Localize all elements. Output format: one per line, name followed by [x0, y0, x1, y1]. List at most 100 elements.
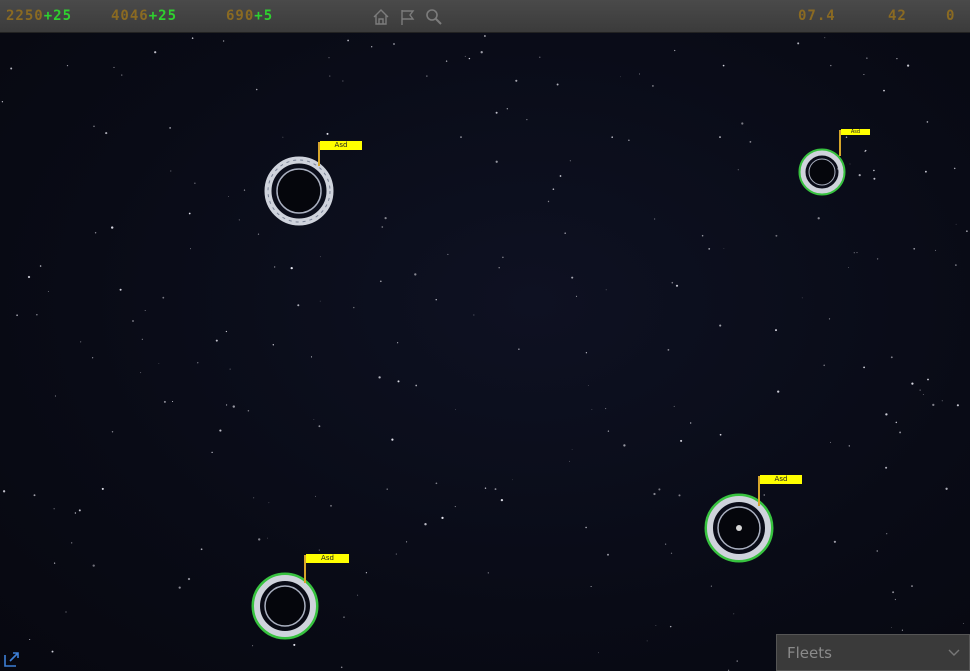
star — [590, 586, 592, 587]
star — [892, 591, 895, 594]
star — [274, 266, 276, 268]
star — [415, 384, 418, 387]
star — [483, 35, 486, 37]
space-map[interactable] — [0, 0, 970, 671]
star — [330, 504, 332, 507]
star — [113, 66, 115, 68]
star — [393, 43, 395, 45]
star — [896, 57, 898, 60]
star — [863, 73, 865, 76]
resource-1-value: 2250 — [6, 8, 44, 24]
flag-icon[interactable] — [399, 8, 417, 26]
fleets-dropdown[interactable]: Fleets — [776, 634, 970, 671]
star — [51, 650, 54, 653]
star — [71, 542, 73, 544]
star — [886, 533, 888, 535]
planet-flag[interactable]: Asd — [306, 554, 349, 563]
star — [54, 395, 56, 397]
star — [29, 638, 31, 641]
star — [922, 394, 924, 396]
search-icon[interactable] — [425, 8, 443, 26]
star — [33, 494, 36, 497]
star — [571, 276, 574, 279]
star — [315, 495, 317, 497]
resource-1-income: +25 — [43, 8, 73, 24]
star — [232, 405, 235, 408]
star — [105, 132, 108, 135]
star — [955, 264, 957, 266]
star — [775, 329, 777, 332]
chevron-down-icon — [948, 649, 960, 656]
fleets-label: Fleets — [787, 644, 832, 662]
star — [539, 56, 541, 58]
star — [913, 247, 916, 250]
star — [318, 549, 320, 551]
star — [777, 390, 780, 393]
star — [667, 349, 670, 351]
star — [445, 60, 448, 62]
external-link-icon[interactable] — [2, 650, 20, 668]
star — [911, 585, 913, 588]
star — [178, 586, 181, 589]
star — [378, 376, 381, 379]
home-icon[interactable] — [372, 8, 390, 26]
star — [564, 232, 566, 234]
star — [775, 234, 778, 237]
star — [197, 362, 199, 364]
star — [848, 267, 849, 268]
star — [163, 400, 166, 403]
star — [92, 564, 95, 567]
planet-flag[interactable]: Asd — [841, 129, 870, 135]
planet-ring-graphic — [264, 156, 334, 226]
planet-ring[interactable] — [703, 492, 775, 564]
star — [347, 39, 349, 42]
star — [119, 288, 122, 291]
star — [391, 438, 394, 441]
star — [39, 265, 42, 267]
star — [473, 314, 475, 316]
star — [495, 111, 498, 114]
star — [670, 552, 673, 554]
star — [956, 404, 959, 407]
star — [559, 175, 562, 177]
planet-flag[interactable]: Asd — [760, 475, 802, 484]
star — [225, 330, 228, 333]
star — [414, 273, 417, 276]
star — [701, 234, 704, 237]
star — [605, 289, 607, 291]
star — [817, 217, 820, 220]
planet-ring[interactable] — [250, 571, 320, 641]
star — [518, 348, 520, 350]
star — [894, 598, 897, 601]
star — [885, 466, 888, 469]
star — [690, 422, 692, 424]
star — [93, 125, 95, 128]
star — [607, 430, 610, 432]
star — [381, 226, 384, 228]
star — [318, 425, 321, 428]
planet-flag[interactable]: Asd — [320, 141, 362, 150]
star — [253, 497, 255, 499]
star — [426, 75, 428, 77]
star — [365, 572, 368, 574]
resource-1: 2250+25 — [6, 8, 72, 24]
star — [313, 418, 315, 420]
star — [653, 492, 656, 496]
star — [162, 296, 165, 299]
star — [556, 83, 559, 86]
star — [675, 284, 679, 287]
star — [911, 382, 914, 385]
starfield — [1, 35, 968, 671]
star — [651, 84, 654, 87]
star — [65, 611, 67, 613]
star — [228, 196, 229, 198]
star — [92, 357, 94, 359]
star — [741, 122, 744, 125]
star — [585, 526, 587, 529]
planet-ring[interactable] — [264, 156, 334, 226]
star — [252, 645, 254, 647]
star — [53, 562, 56, 564]
star — [722, 64, 725, 67]
star — [680, 439, 683, 442]
star — [219, 429, 222, 432]
